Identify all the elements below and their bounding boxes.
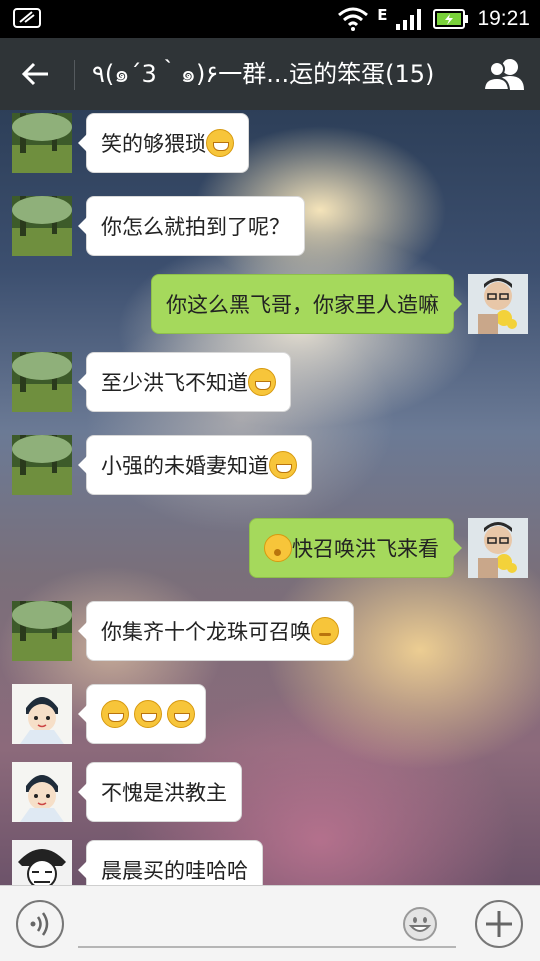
message-text: 快召唤洪飞来看 [292, 537, 439, 561]
avatar-park[interactable] [12, 601, 72, 661]
message-bubble[interactable]: 笑的够猥琐 [78, 113, 249, 173]
chat-title: ٩(๑´3｀๑)۶一群...运的笨蛋(15) [92, 60, 435, 88]
signal-icon [396, 9, 422, 30]
notification-icon [13, 8, 41, 28]
grin-emoji-icon [101, 700, 129, 728]
grin-emoji-icon [269, 451, 297, 479]
grin-emoji-icon [248, 368, 276, 396]
message-text: 小强的未婚妻知道 [101, 454, 269, 478]
message-text: 不愧是洪教主 [101, 781, 227, 805]
avatar-park[interactable] [12, 196, 72, 256]
grin-emoji-icon [167, 700, 195, 728]
battery-icon [433, 9, 469, 29]
thinking-emoji-icon [311, 617, 339, 645]
message-bubble[interactable]: 不愧是洪教主 [78, 762, 242, 822]
chat-header: ٩(๑´3｀๑)۶一群...运的笨蛋(15) [0, 38, 540, 110]
avatar-park[interactable] [12, 113, 72, 173]
message-bubble[interactable]: 晨晨买的哇哈哈 [78, 840, 263, 885]
header-divider [74, 60, 75, 90]
message-text: 你怎么就拍到了呢？ [101, 215, 290, 239]
message-bubble[interactable] [78, 684, 206, 744]
voice-icon [30, 912, 49, 936]
message-list[interactable]: 笑的够猥琐 你怎么就拍到了呢？ 你这么黑飞哥，你家里人造嘛 至少洪飞不知道 小强… [0, 110, 540, 885]
network-type-label: E [377, 6, 388, 24]
group-members-icon[interactable] [482, 56, 528, 92]
avatar-me[interactable] [468, 518, 528, 578]
avatar-park[interactable] [12, 352, 72, 412]
more-options-button[interactable] [475, 900, 523, 948]
input-bar [0, 885, 540, 961]
message-text: 晨晨买的哇哈哈 [101, 859, 248, 883]
plus-icon [486, 911, 512, 937]
clock: 19:21 [477, 7, 530, 30]
voice-input-button[interactable] [16, 900, 64, 948]
avatar-cartoon[interactable] [12, 684, 72, 744]
avatar-me[interactable] [468, 274, 528, 334]
grin-emoji-icon [206, 129, 234, 157]
message-bubble[interactable]: 你怎么就拍到了呢？ [78, 196, 305, 256]
message-bubble[interactable]: 至少洪飞不知道 [78, 352, 291, 412]
avatar-cartoon[interactable] [12, 762, 72, 822]
message-bubble[interactable]: 你这么黑飞哥，你家里人造嘛 [151, 274, 462, 334]
wifi-icon [338, 7, 369, 31]
message-input[interactable] [78, 900, 456, 948]
surprised-emoji-icon [264, 534, 292, 562]
status-bar: E 19:21 [0, 0, 540, 38]
message-bubble[interactable]: 小强的未婚妻知道 [78, 435, 312, 495]
message-text: 至少洪飞不知道 [101, 371, 248, 395]
avatar-sketch[interactable] [12, 840, 72, 885]
message-text: 你集齐十个龙珠可召唤 [101, 620, 311, 644]
grin-emoji-icon [134, 700, 162, 728]
emoji-picker-icon[interactable] [402, 906, 438, 942]
message-text: 笑的够猥琐 [101, 132, 206, 156]
back-arrow-icon[interactable] [18, 56, 54, 92]
message-bubble[interactable]: 快召唤洪飞来看 [249, 518, 462, 578]
message-text: 你这么黑飞哥，你家里人造嘛 [166, 293, 439, 317]
avatar-park[interactable] [12, 435, 72, 495]
message-bubble[interactable]: 你集齐十个龙珠可召唤 [78, 601, 354, 661]
